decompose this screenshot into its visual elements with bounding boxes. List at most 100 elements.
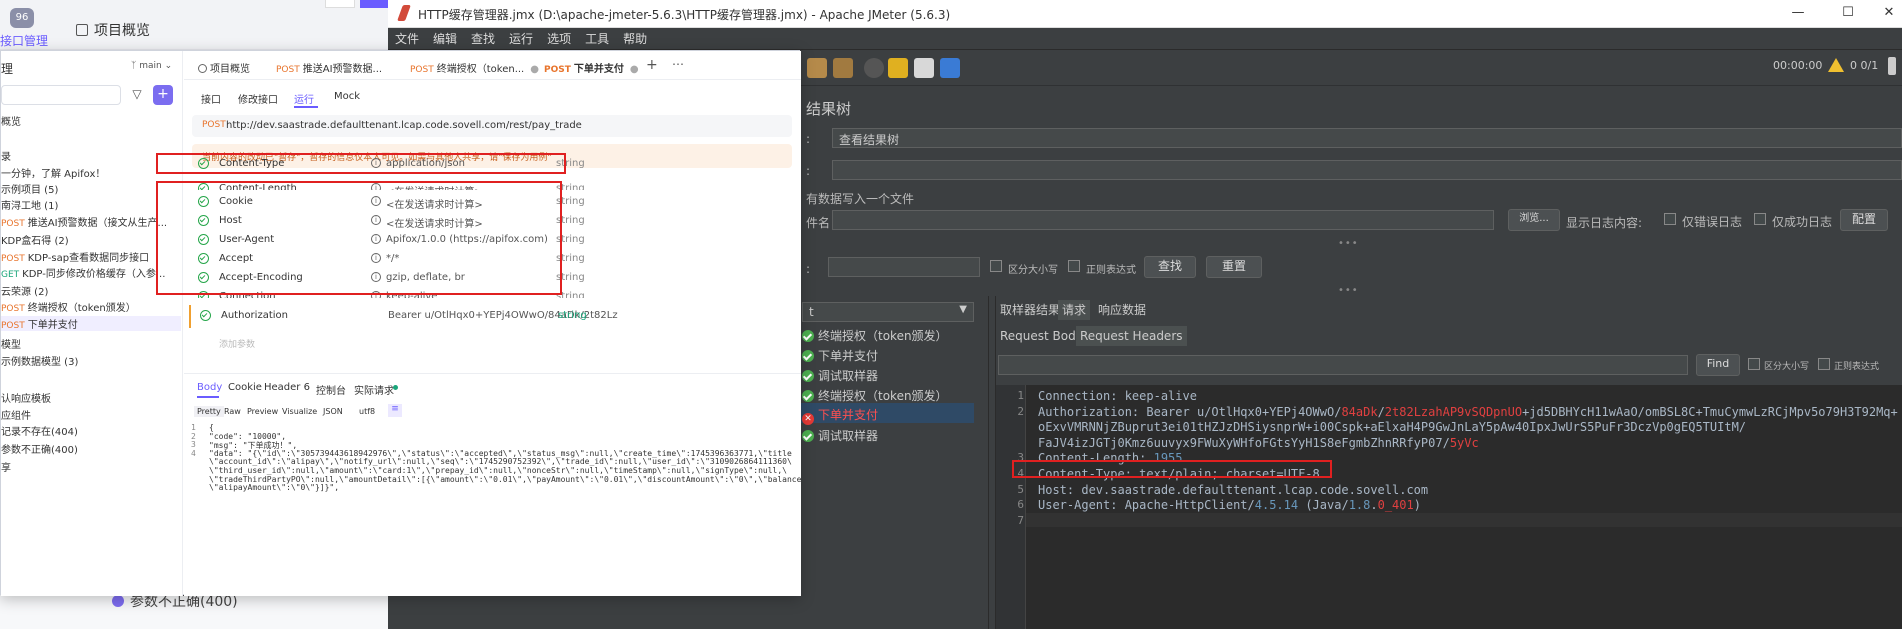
sidebar-item[interactable]: 概览: [1, 113, 21, 128]
splitter-dots-2[interactable]: •••: [1338, 285, 1359, 296]
tree-item[interactable]: 终端授权（token颁发）: [802, 327, 948, 347]
menu-options[interactable]: 选项: [540, 28, 578, 50]
broom-icon[interactable]: [888, 58, 908, 78]
sidebar-item[interactable]: 南浔工地 (1): [1, 197, 58, 212]
menu-file[interactable]: 文件: [388, 28, 426, 50]
sidebar-item[interactable]: KDP盒石得 (2): [1, 232, 69, 247]
clear-icon[interactable]: [807, 58, 827, 78]
sidebar-item[interactable]: 录: [1, 148, 11, 163]
tab-request-headers[interactable]: Request Headers: [1076, 326, 1187, 346]
enabled-check-icon[interactable]: [200, 310, 211, 321]
menu-tools[interactable]: 工具: [578, 28, 616, 50]
view-raw[interactable]: Raw: [224, 407, 241, 416]
tab-sampler-result[interactable]: 取样器结果: [1000, 300, 1060, 320]
help-icon[interactable]: [940, 58, 960, 78]
browse-button[interactable]: 浏览...: [1508, 209, 1560, 231]
tab-terminal-auth[interactable]: POST 终端授权（token... ●: [410, 60, 539, 75]
only-success-checkbox[interactable]: [1754, 213, 1766, 225]
sidebar-item[interactable]: 参数不正确(400): [1, 441, 78, 456]
tab-request-body[interactable]: Request Body: [1000, 326, 1083, 346]
resp-tab-header[interactable]: Header 6: [264, 382, 310, 393]
headers-code-view[interactable]: 1 Connection: keep-alive 2 Authorization: B…: [996, 385, 1902, 629]
subtab-edit[interactable]: 修改接口: [238, 91, 278, 106]
background-project-title[interactable]: 项目概览: [76, 20, 150, 40]
tab-order-pay[interactable]: POST 下单并支付 ●: [544, 60, 639, 75]
comment-input[interactable]: [832, 160, 1902, 180]
name-input[interactable]: 查看结果树: [832, 128, 1902, 148]
sidebar-item[interactable]: POST 终端授权（token颁发）: [1, 299, 136, 314]
filter-icon[interactable]: ▽: [129, 87, 145, 103]
url-bar[interactable]: POST http://dev.saastrade.defaulttenant.…: [192, 115, 792, 137]
tab-project-overview[interactable]: 项目概览: [198, 60, 250, 75]
branch-selector[interactable]: ᛉ main ⌄: [131, 61, 172, 71]
sidebar-item[interactable]: POST 推送AI预警数据（接文从生产...: [1, 214, 167, 229]
sidebar-item[interactable]: GET KDP-同步修改价格缓存（入参...: [1, 265, 165, 280]
subtab-run[interactable]: 运行: [294, 91, 314, 106]
resp-tab-console[interactable]: 控制台: [316, 382, 346, 397]
sidebar-item[interactable]: 应组件: [1, 407, 31, 422]
search-input[interactable]: [828, 257, 980, 277]
tab-request[interactable]: 请求: [1058, 300, 1091, 320]
subtab-api[interactable]: 接口: [201, 91, 221, 106]
vertical-splitter[interactable]: [988, 296, 996, 629]
format-select[interactable]: JSON: [323, 407, 343, 416]
menu-help[interactable]: 帮助: [616, 28, 654, 50]
sidebar-item[interactable]: 一分钟，了解 Apifox！: [1, 165, 105, 180]
resp-tab-body[interactable]: Body: [197, 382, 222, 393]
menu-label-api-management[interactable]: 接口管理: [0, 32, 48, 49]
header-row[interactable]: AuthorizationiBearer u/OtlHqx0+YEPj4OWwO…: [189, 305, 789, 328]
file-name-input[interactable]: [832, 210, 1494, 230]
case-sensitive-checkbox-2[interactable]: [1748, 358, 1760, 370]
new-tab-icon[interactable]: +: [646, 57, 658, 73]
wrap-icon[interactable]: ≡: [388, 404, 402, 417]
tab-response-data[interactable]: 响应数据: [1098, 300, 1146, 320]
add-button[interactable]: +: [153, 85, 173, 105]
sidebar-item[interactable]: 示例数据模型 (3): [1, 353, 78, 368]
tree-item[interactable]: 调试取样器: [802, 367, 878, 387]
only-errors-checkbox[interactable]: [1664, 213, 1676, 225]
splitter-dots[interactable]: •••: [1338, 238, 1359, 249]
case-sensitive-checkbox[interactable]: [990, 260, 1002, 272]
tab-push-ai[interactable]: POST 推送AI预警数据...: [276, 60, 382, 75]
sidebar-search-input[interactable]: [1, 85, 121, 105]
background-top-button[interactable]: [325, 0, 355, 8]
sidebar-item[interactable]: POST 下单并支付: [1, 316, 181, 331]
sidebar-item[interactable]: 模型: [1, 336, 21, 351]
sidebar-item[interactable]: 示例项目 (5): [1, 181, 58, 196]
menu-run[interactable]: 运行: [502, 28, 540, 50]
warning-icon[interactable]: [1828, 58, 1844, 72]
subtab-mock[interactable]: Mock: [334, 91, 360, 102]
view-preview[interactable]: Preview: [247, 407, 278, 416]
config-button[interactable]: 配置: [1840, 209, 1888, 231]
regex-checkbox[interactable]: [1068, 260, 1080, 272]
close-button[interactable]: ✕: [1876, 2, 1902, 24]
binoculars-icon[interactable]: [864, 58, 884, 78]
add-param-placeholder[interactable]: 添加参数: [219, 337, 255, 350]
more-tabs-icon[interactable]: ⋯: [672, 57, 684, 71]
maximize-button[interactable]: ☐: [1828, 2, 1868, 24]
menu-edit[interactable]: 编辑: [426, 28, 464, 50]
background-top-button-2[interactable]: [360, 0, 390, 8]
tree-item[interactable]: 下单并支付: [802, 347, 878, 367]
tree-item-selected[interactable]: ✕ 下单并支付: [798, 403, 974, 425]
menu-search[interactable]: 查找: [464, 28, 502, 50]
minimize-button[interactable]: —: [1778, 2, 1818, 24]
resp-tab-actual-request[interactable]: 实际请求: [354, 382, 394, 397]
encoding-select[interactable]: utf8: [359, 407, 375, 416]
sidebar-item[interactable]: 云荣源 (2): [1, 283, 48, 298]
renderer-select[interactable]: t ▼: [802, 302, 974, 322]
find-headers-button[interactable]: Find: [1696, 354, 1740, 376]
reset-button[interactable]: 重置: [1206, 256, 1262, 278]
list-icon[interactable]: [914, 58, 934, 78]
clear-all-icon[interactable]: [833, 58, 853, 78]
find-button[interactable]: 查找: [1144, 256, 1196, 278]
sidebar-item[interactable]: 享: [1, 459, 11, 474]
header-search-input[interactable]: [998, 355, 1688, 375]
view-pretty[interactable]: Pretty: [194, 406, 224, 417]
view-visualize[interactable]: Visualize: [282, 407, 317, 416]
sidebar-item[interactable]: 认响应模板: [1, 390, 51, 405]
sidebar-item[interactable]: POST KDP-sap查看数据同步接口: [1, 249, 149, 264]
regex-checkbox-2[interactable]: [1818, 358, 1830, 370]
tree-item[interactable]: 调试取样器: [802, 427, 878, 447]
resp-tab-cookie[interactable]: Cookie: [228, 382, 262, 393]
